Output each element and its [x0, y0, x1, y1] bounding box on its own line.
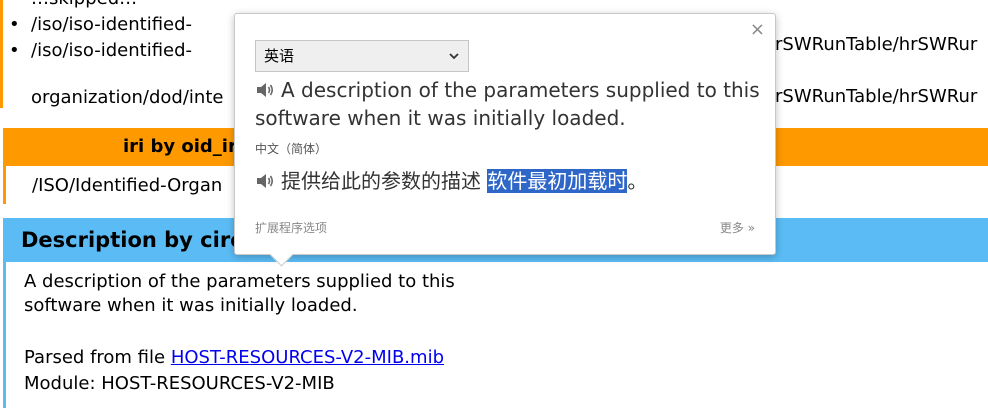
source-language-select[interactable]: 英语: [255, 40, 469, 72]
description-body: A description of the parameters supplied…: [3, 262, 988, 408]
chevron-down-icon: [449, 53, 459, 60]
target-language-label: 中文（简体）: [255, 142, 328, 156]
translated-text-selection: 软件最初加载时: [487, 169, 628, 193]
more-link[interactable]: 更多 »: [720, 219, 755, 236]
translated-text-plain: 提供给此的参数的描述: [281, 169, 488, 193]
list-item: • /iso/iso-identified-: [9, 14, 193, 35]
source-text-content: A description of the parameters supplied…: [255, 78, 760, 130]
description-header-label: Description by circ: [21, 228, 243, 252]
oid-path-fragment: rSWRunTable/hrSWRur: [775, 86, 978, 107]
speaker-icon[interactable]: [255, 172, 275, 190]
iri-header-label: iri by oid_ir: [123, 136, 237, 157]
mib-file-link[interactable]: HOST-RESOURCES-V2-MIB.mib: [171, 347, 444, 368]
translate-popup: × 英语 A description of the parameters sup…: [234, 13, 776, 267]
oid-path-fragment: rSWRunTable/hrSWRur: [775, 34, 978, 55]
parsed-from-label: Parsed from file: [24, 347, 171, 368]
source-language-value: 英语: [264, 47, 295, 65]
description-line: A description of the parameters supplied…: [24, 271, 455, 292]
speaker-icon[interactable]: [255, 81, 275, 99]
list-item: • …skipped…: [9, 0, 192, 12]
list-item: • /iso/iso-identified-: [9, 40, 193, 61]
extension-options-link[interactable]: 扩展程序选项: [255, 219, 327, 236]
parsed-from-line: Parsed from file HOST-RESOURCES-V2-MIB.m…: [24, 346, 444, 370]
oid-path-list: • …skipped… • /iso/iso-identified- • /is…: [9, 0, 193, 64]
description-line: software when it was initially loaded.: [24, 295, 358, 316]
module-line: Module: HOST-RESOURCES-V2-MIB: [24, 373, 335, 394]
source-text: A description of the parameters supplied…: [255, 76, 765, 132]
list-continuation: organization/dod/inte: [31, 87, 224, 108]
translated-text-end: 。: [627, 169, 648, 193]
close-icon[interactable]: ×: [750, 19, 765, 40]
iri-value: /ISO/Identified-Organ: [32, 175, 223, 196]
translated-text: 提供给此的参数的描述 软件最初加载时。: [255, 166, 765, 196]
